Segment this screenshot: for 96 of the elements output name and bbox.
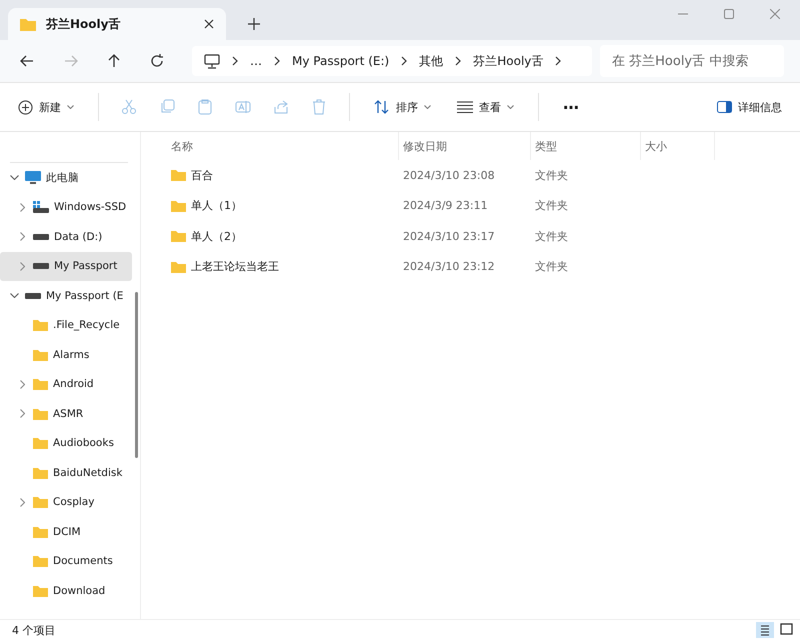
- drive-icon: [25, 292, 41, 299]
- folder-icon: [33, 348, 48, 361]
- folder-icon: [33, 437, 48, 450]
- new-tab-icon[interactable]: [248, 18, 260, 30]
- view-button[interactable]: 查看: [455, 96, 516, 118]
- tree-item[interactable]: ASMR: [0, 399, 132, 428]
- folder-icon: [33, 526, 48, 538]
- breadcrumb[interactable]: My Passport (E:): [292, 54, 390, 68]
- drive-icon: [33, 201, 49, 214]
- folder-icon: [171, 169, 186, 182]
- sort-arrows-icon: [374, 100, 390, 114]
- column-header[interactable]: 类型: [531, 132, 641, 160]
- up-arrow-icon[interactable]: [108, 54, 120, 68]
- details-pane-icon: [717, 101, 732, 113]
- file-name-cell[interactable]: 上老王论坛当老王: [167, 259, 399, 274]
- caret-icon: [507, 105, 514, 109]
- date-cell-text: 2024/3/10 23:08: [402, 168, 496, 182]
- new-button[interactable]: 新建: [16, 96, 76, 118]
- details-button[interactable]: 详细信息: [715, 96, 784, 118]
- folder-icon: [171, 260, 186, 273]
- date-cell-text: 2024/3/9 23:11: [402, 199, 489, 212]
- chevron-right-icon[interactable]: [555, 56, 562, 66]
- chevron-down-icon[interactable]: [10, 293, 18, 298]
- plus-circle-icon: [18, 100, 33, 114]
- tree-item[interactable]: Audiobooks: [0, 428, 132, 458]
- item-count: 4 个项目: [12, 622, 56, 638]
- breadcrumb[interactable]: …: [250, 54, 262, 68]
- type-cell-text: 文件夹: [534, 228, 569, 244]
- tree-item[interactable]: Android: [0, 370, 132, 399]
- tree-item[interactable]: Alarms: [0, 340, 132, 370]
- caret-icon: [67, 105, 74, 109]
- folder-icon: [171, 200, 186, 212]
- rename-icon[interactable]: [235, 99, 251, 115]
- file-name-cell[interactable]: 百合: [167, 168, 399, 183]
- column-header[interactable]: 修改日期: [399, 132, 531, 160]
- maximize-icon[interactable]: [724, 9, 734, 19]
- folder-icon: [33, 584, 48, 597]
- tree-item[interactable]: Documents: [0, 546, 132, 576]
- refresh-icon[interactable]: [150, 54, 164, 68]
- chevron-right-icon[interactable]: [401, 56, 408, 66]
- breadcrumb[interactable]: 芬兰Hooly舌: [473, 52, 544, 70]
- tiles-view-icon[interactable]: [780, 623, 794, 637]
- file-name-cell[interactable]: 单人（2）: [167, 228, 399, 244]
- tree-item[interactable]: Data (D:): [0, 222, 132, 252]
- monitor-icon: [25, 170, 41, 185]
- folder-icon: [33, 496, 48, 508]
- tree-item[interactable]: Download: [0, 576, 132, 606]
- tree-item[interactable]: My Passport: [0, 252, 132, 281]
- details-view-icon[interactable]: [756, 622, 774, 638]
- folder-icon: [33, 466, 48, 479]
- search-field[interactable]: 在 芬兰Hooly舌 中搜索: [600, 45, 784, 77]
- trash-icon[interactable]: [311, 99, 327, 115]
- chevron-down-icon[interactable]: [10, 175, 18, 180]
- column-header[interactable]: 大小: [641, 132, 715, 160]
- monitor-icon: [204, 54, 220, 68]
- sort-button[interactable]: 排序: [372, 96, 433, 118]
- clipboard-icon[interactable]: [197, 99, 213, 115]
- type-cell-text: 文件夹: [534, 168, 569, 183]
- forward-arrow-icon[interactable]: [64, 55, 78, 67]
- date-cell-text: 2024/3/10 23:17: [402, 230, 496, 243]
- close-icon[interactable]: [204, 19, 214, 29]
- back-arrow-icon[interactable]: [20, 55, 34, 67]
- date-cell-text: 2024/3/10 23:12: [402, 260, 496, 274]
- window-tab[interactable]: 芬兰Hooly舌: [8, 8, 226, 40]
- type-cell-text: 文件夹: [534, 259, 569, 274]
- type-cell-text: 文件夹: [534, 198, 569, 214]
- file-name-cell[interactable]: 单人（1）: [167, 198, 399, 214]
- folder-icon: [33, 555, 48, 568]
- folder-icon: [171, 230, 186, 242]
- share-icon[interactable]: [273, 99, 289, 115]
- column-header[interactable]: 名称: [167, 132, 399, 160]
- list-lines-icon: [457, 101, 473, 113]
- tree-item[interactable]: 此电脑: [0, 163, 132, 192]
- folder-icon: [33, 319, 48, 332]
- folder-icon: [20, 17, 36, 31]
- breadcrumb[interactable]: 其他: [419, 52, 444, 70]
- address-bar[interactable]: … My Passport (E:) 其他 芬兰Hooly舌: [192, 46, 592, 76]
- copy-icon[interactable]: [159, 99, 175, 115]
- tree-item[interactable]: Windows-SSD: [0, 192, 132, 222]
- drive-icon: [33, 263, 49, 270]
- caret-icon: [424, 105, 431, 109]
- chevron-right-icon[interactable]: [274, 56, 280, 66]
- tree-item[interactable]: .File_Recycle: [0, 310, 132, 340]
- tree-item[interactable]: Cosplay: [0, 488, 132, 517]
- chevron-right-icon[interactable]: [232, 56, 238, 66]
- tree-item[interactable]: My Passport (E: [0, 281, 132, 310]
- tree-item[interactable]: BaiduNetdisk: [0, 458, 132, 488]
- more-button[interactable]: ⋯: [561, 94, 581, 120]
- drive-icon: [33, 234, 49, 240]
- folder-icon: [33, 378, 48, 390]
- folder-icon: [33, 408, 48, 420]
- scrollbar[interactable]: [135, 292, 138, 458]
- tab-title: 芬兰Hooly舌: [46, 16, 122, 32]
- scissors-icon[interactable]: [121, 99, 137, 115]
- tree-item[interactable]: DCIM: [0, 517, 132, 546]
- chevron-right-icon[interactable]: [455, 56, 462, 66]
